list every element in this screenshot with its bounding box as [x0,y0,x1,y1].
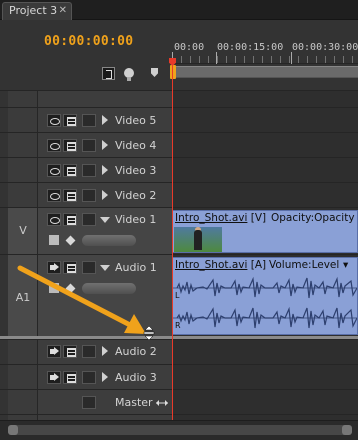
horizontal-scrollbar[interactable] [8,425,352,435]
scroll-handle-left[interactable] [8,425,18,435]
bottom-scrollbar-area [0,420,358,440]
tab-bar: Project 3 ✕ [0,0,358,20]
annotation-arrow [17,265,146,334]
row-resize-cursor-icon [143,326,155,340]
tab-label: Project 3 [9,4,58,17]
scroll-handle-right[interactable] [342,425,352,435]
close-icon[interactable]: ✕ [59,3,67,19]
timeline-panel: 00:00:00:00 00:00 00:00:15:00 00:00:30:0… [0,20,358,440]
tab-project-3[interactable]: Project 3 ✕ [2,2,72,20]
